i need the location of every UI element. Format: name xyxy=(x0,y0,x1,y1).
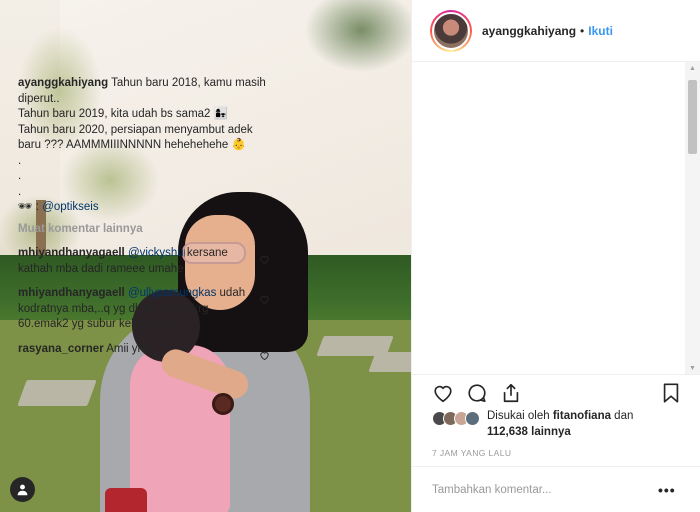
photo-bag xyxy=(105,488,147,512)
comment-item: mhiyandhanyagaell @ullypamungkas udah ko… xyxy=(18,286,272,333)
comment-item: rasyana_corner Amii yra xyxy=(18,342,272,361)
comment-heart-icon[interactable] xyxy=(259,254,270,265)
load-more-comments-link[interactable]: Muat komentar lainnya xyxy=(18,222,272,238)
comment-username[interactable]: rasyana_corner xyxy=(18,343,104,355)
comment-heart-icon[interactable] xyxy=(259,294,270,305)
header-username[interactable]: ayanggkahiyang xyxy=(482,24,576,38)
photo-palm xyxy=(261,0,411,130)
comment-mention[interactable]: @ullypamungkas xyxy=(128,287,216,299)
comment-heart-icon[interactable] xyxy=(259,350,270,361)
liker-avatar xyxy=(465,411,480,426)
bookmark-icon[interactable] xyxy=(660,382,682,404)
likes-prefix: Disukai oleh xyxy=(487,410,553,422)
caption-line: Tahun baru 2020, persiapan menyambut ade… xyxy=(18,123,253,152)
user-tag-button[interactable] xyxy=(10,477,35,502)
comment-username[interactable]: mhiyandhanyagaell xyxy=(18,247,125,259)
photo-stepping-stone xyxy=(368,352,411,372)
caption: ayanggkahiyang Tahun baru 2018, kamu mas… xyxy=(18,76,272,216)
likes-first-user[interactable]: fitanofiana xyxy=(553,410,611,422)
caption-mention[interactable]: @optikseis xyxy=(42,201,98,213)
comment-icon[interactable] xyxy=(466,382,488,404)
caption-line: . xyxy=(18,185,22,198)
liker-avatars xyxy=(432,411,480,426)
comment-mention[interactable]: @vickyshu xyxy=(128,247,184,259)
scroll-up-arrow-icon[interactable]: ▲ xyxy=(688,65,697,73)
caption-line: 🕶 : xyxy=(18,201,43,213)
photo-stepping-stone xyxy=(17,380,97,406)
follow-button[interactable]: Ikuti xyxy=(588,24,613,38)
post-actions xyxy=(411,374,700,408)
header-separator: • xyxy=(580,23,585,38)
caption-username[interactable]: ayanggkahiyang xyxy=(18,77,108,89)
user-tag-icon xyxy=(17,484,28,496)
share-icon[interactable] xyxy=(500,382,522,404)
add-comment-input[interactable]: Tambahkan komentar... xyxy=(432,484,658,496)
scroll-down-arrow-icon[interactable]: ▼ xyxy=(688,365,697,373)
caption-line: Tahun baru 2019, kita udah bs sama2 👩‍👧 xyxy=(18,108,228,120)
likes-text: Disukai oleh fitanofiana dan 112,638 lai… xyxy=(487,408,633,440)
post-timestamp[interactable]: 7 JAM YANG LALU xyxy=(432,448,511,458)
likes-joiner: dan xyxy=(610,410,634,422)
add-comment-bar: Tambahkan komentar... ••• xyxy=(411,466,700,512)
avatar[interactable] xyxy=(430,9,472,52)
likes-summary: Disukai oleh fitanofiana dan 112,638 lai… xyxy=(432,408,633,440)
heart-icon[interactable] xyxy=(432,382,454,404)
likes-count[interactable]: 112,638 lainnya xyxy=(487,426,571,438)
post-header: ayanggkahiyang • Ikuti xyxy=(412,0,700,62)
caption-line: . xyxy=(18,170,22,182)
comment-text: Amii yra xyxy=(106,342,148,355)
caption-line: . xyxy=(18,154,22,167)
scrollbar-thumb[interactable] xyxy=(688,80,697,154)
photo-watch xyxy=(212,393,234,415)
more-options-icon[interactable]: ••• xyxy=(658,482,682,498)
comment-item: mhiyandhanyagaell @vickyshu kersane kath… xyxy=(18,246,272,277)
avatar-image xyxy=(432,11,470,50)
comment-username[interactable]: mhiyandhanyagaell xyxy=(18,287,125,299)
comments-list[interactable]: ayanggkahiyang Tahun baru 2018, kamu mas… xyxy=(18,70,272,372)
